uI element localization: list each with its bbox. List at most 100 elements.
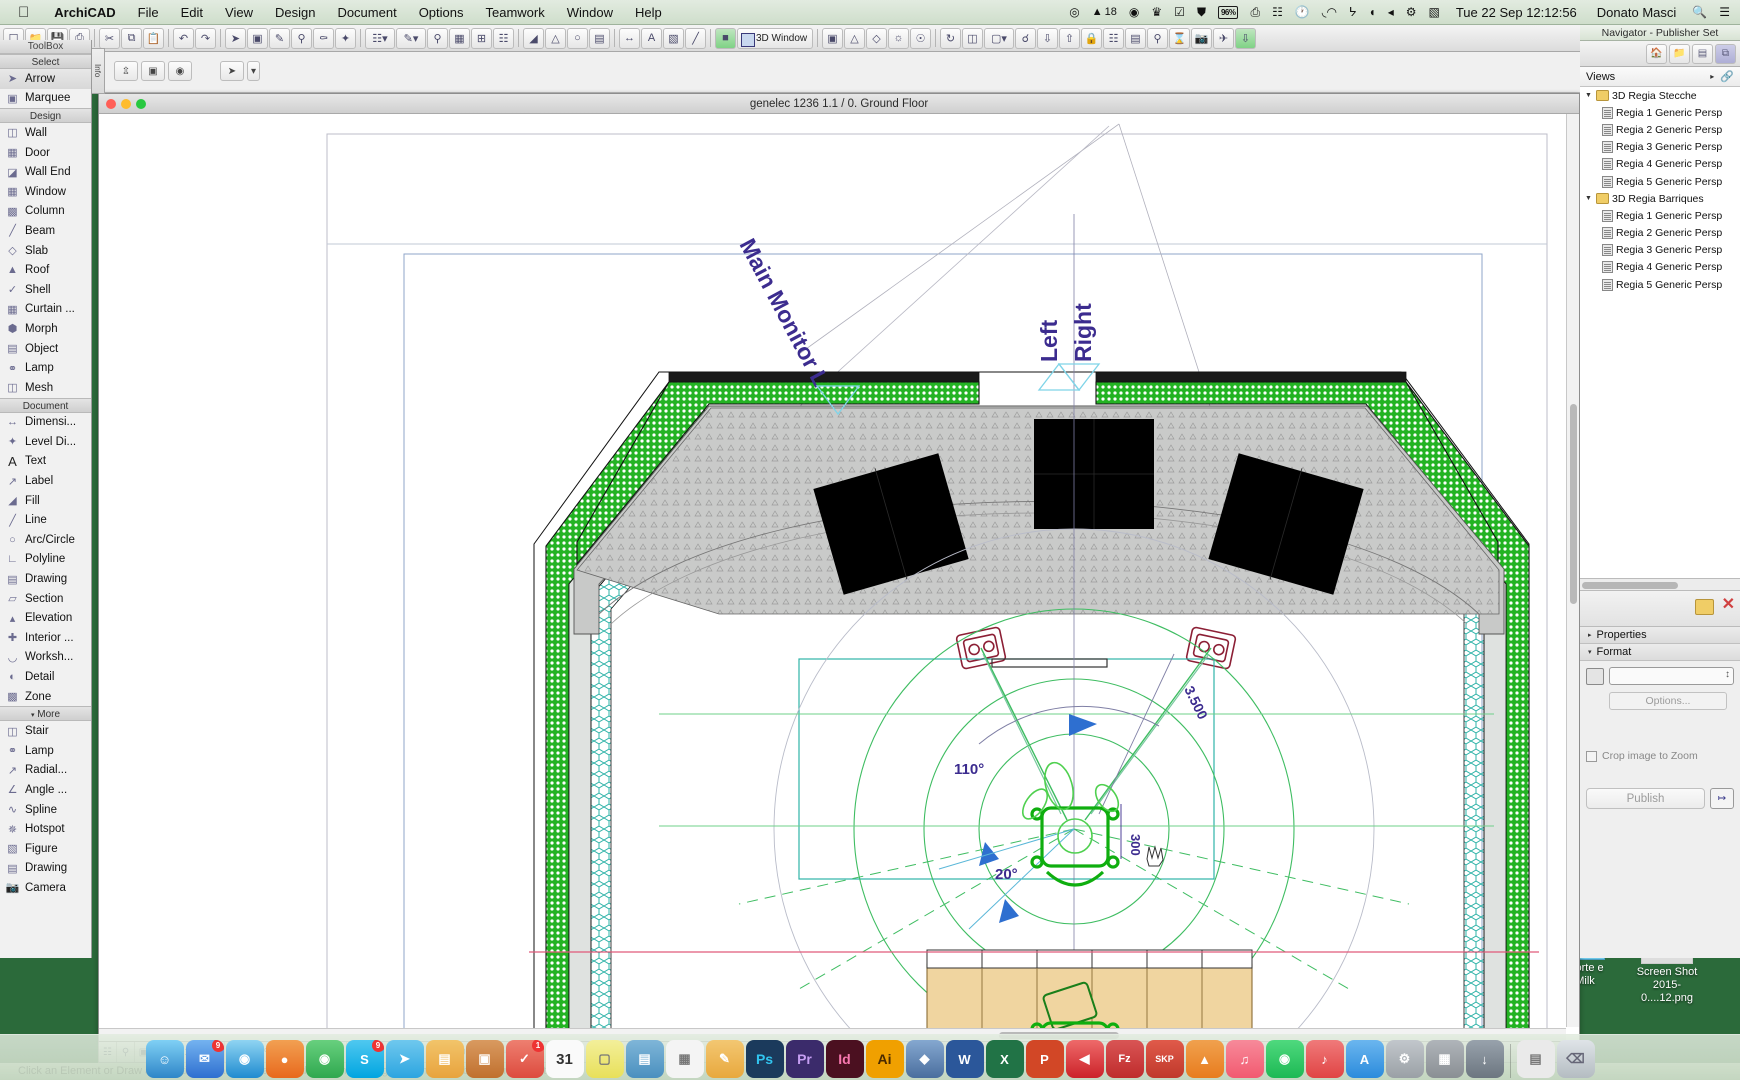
tree-item[interactable]: Regia 5 Generic Persp: [1580, 173, 1740, 190]
dock-app-system-preferences[interactable]: ⚙: [1385, 1040, 1424, 1078]
dock-app-word[interactable]: W: [945, 1040, 984, 1078]
tree-item[interactable]: Regia 3 Generic Persp: [1580, 139, 1740, 156]
crop-checkbox[interactable]: [1586, 750, 1597, 762]
dock-app-safari[interactable]: ◉: [225, 1040, 264, 1078]
tool-roof[interactable]: ▲ Roof: [0, 260, 91, 280]
tool-hotspot[interactable]: ✵ Hotspot: [0, 819, 91, 839]
layout-book-icon[interactable]: ▤: [1692, 43, 1713, 64]
tool-window[interactable]: ▦ Window: [0, 182, 91, 202]
tool-spline[interactable]: ∿ Spline: [0, 800, 91, 820]
undo-icon[interactable]: ↶: [173, 27, 194, 49]
hourglass-icon[interactable]: ⌛: [1169, 27, 1190, 49]
menu-edit[interactable]: Edit: [170, 5, 214, 20]
dock-app-music[interactable]: ♫: [1225, 1040, 1264, 1078]
dock-app-calendar[interactable]: 31: [545, 1040, 584, 1078]
tool-text[interactable]: A Text: [0, 452, 91, 472]
tool-door[interactable]: ▦ Door: [0, 143, 91, 163]
dock-app-vlc[interactable]: ▲: [1185, 1040, 1224, 1078]
canvas-vscroll-thumb[interactable]: [1570, 404, 1577, 604]
crop-image-row[interactable]: Crop image to Zoom: [1586, 750, 1734, 762]
redo-icon[interactable]: ↷: [195, 27, 216, 49]
worksheet-marker-icon[interactable]: ▤: [589, 27, 610, 49]
magic-wand-icon[interactable]: ✦: [335, 27, 356, 49]
tool-beam[interactable]: ╱ Beam: [0, 221, 91, 241]
detail-marker-icon[interactable]: ○: [567, 27, 588, 49]
tree-folder[interactable]: ▼ 3D Regia Stecche: [1580, 87, 1740, 104]
format-section-header[interactable]: ▾ Format: [1580, 644, 1740, 661]
adobe-cc-icon[interactable]: ▲ 18: [1086, 6, 1123, 18]
dimension-tool-icon[interactable]: ↔: [619, 27, 640, 49]
backup-icon[interactable]: ⛊: [1191, 5, 1212, 20]
render-icon[interactable]: ✈: [1213, 27, 1234, 49]
menu-teamwork[interactable]: Teamwork: [475, 5, 556, 20]
battery-icon[interactable]: 96%: [1212, 5, 1245, 19]
tool-radial-dimension[interactable]: ↗ Radial...: [0, 761, 91, 781]
tree-item[interactable]: Regia 2 Generic Persp: [1580, 121, 1740, 138]
search-icon[interactable]: 🔍: [1686, 5, 1713, 19]
tool-stair[interactable]: ◫ Stair: [0, 721, 91, 741]
tool-fill[interactable]: ◢ Fill: [0, 491, 91, 511]
delete-icon[interactable]: ✕: [1722, 597, 1735, 613]
tool-dimension[interactable]: ↔ Dimensi...: [0, 413, 91, 433]
format-options-button[interactable]: Options...: [1609, 692, 1727, 710]
dock-app-illustrator[interactable]: Ai: [865, 1040, 904, 1078]
spotlight-search2-icon[interactable]: ◟◠: [1316, 5, 1343, 19]
record-icon[interactable]: ◎: [1063, 5, 1085, 19]
project-map-icon[interactable]: 🏠: [1646, 43, 1667, 64]
list-icon[interactable]: ☰: [1713, 5, 1740, 19]
menu-options[interactable]: Options: [408, 5, 475, 20]
tool-line[interactable]: ╱ Line: [0, 510, 91, 530]
arrow-tool-icon[interactable]: ➤: [225, 27, 246, 49]
show-all-icon[interactable]: ☉: [910, 27, 931, 49]
rebuild-icon[interactable]: ↻: [940, 27, 961, 49]
link-icon[interactable]: 🔗: [1720, 70, 1734, 83]
axonometric-icon[interactable]: ◇: [866, 27, 887, 49]
tool-drawing[interactable]: ▤ Drawing: [0, 569, 91, 589]
tree-item[interactable]: Regia 2 Generic Persp: [1580, 225, 1740, 242]
menu-window[interactable]: Window: [556, 5, 624, 20]
dock-app-filezilla[interactable]: Fz: [1105, 1040, 1144, 1078]
text-tool-icon[interactable]: A: [641, 27, 662, 49]
window-3d-button[interactable]: 3D Window: [737, 27, 813, 49]
new-folder-icon[interactable]: [1695, 599, 1714, 615]
arrow-mode-dropdown-icon[interactable]: ▾: [247, 61, 260, 81]
printer-icon[interactable]: ⎙: [1244, 5, 1266, 20]
tool-curtain-wall[interactable]: ▦ Curtain ...: [0, 300, 91, 320]
perspective-icon[interactable]: △: [844, 27, 865, 49]
line-tool-icon[interactable]: ╱: [685, 27, 706, 49]
publish-options-icon[interactable]: ↦: [1710, 788, 1734, 809]
teamwork-send-icon[interactable]: ⇩: [1037, 27, 1058, 49]
tree-item[interactable]: Regia 4 Generic Persp: [1580, 259, 1740, 276]
menu-design[interactable]: Design: [264, 5, 326, 20]
tool-slab[interactable]: ◇ Slab: [0, 241, 91, 261]
tool-wall[interactable]: ◫ Wall: [0, 123, 91, 143]
tool-interior-elevation[interactable]: ✚ Interior ...: [0, 628, 91, 648]
chevron-right-icon[interactable]: ▸: [1710, 72, 1714, 81]
info-icon[interactable]: ◉: [168, 61, 192, 81]
dock-app-firefox[interactable]: ●: [265, 1040, 304, 1078]
menubar-user[interactable]: Donato Masci: [1587, 5, 1686, 20]
attribute-manager-icon[interactable]: ▤: [1125, 27, 1146, 49]
teamwork-reserve-icon[interactable]: 🔒: [1081, 27, 1102, 49]
menu-archicad[interactable]: ArchiCAD: [43, 5, 126, 20]
select-mode-icon[interactable]: ⇫: [114, 61, 138, 81]
tool-marquee[interactable]: ▣ Marquee: [0, 89, 91, 109]
dock-app-sketchup[interactable]: SKP: [1145, 1040, 1184, 1078]
dock-app-skype[interactable]: S9: [345, 1040, 384, 1078]
menu-document[interactable]: Document: [326, 5, 407, 20]
clock-history-icon[interactable]: 🕐: [1289, 5, 1316, 19]
tool-worksheet[interactable]: ◡ Worksh...: [0, 648, 91, 668]
properties-section-header[interactable]: ▸ Properties: [1580, 627, 1740, 644]
checkbox-icon[interactable]: ☑: [1168, 5, 1191, 19]
dock-app-indesign[interactable]: Id: [825, 1040, 864, 1078]
apple-icon[interactable]: : [0, 4, 43, 21]
keyboard-icon[interactable]: ☷: [1266, 5, 1289, 19]
tree-item[interactable]: Regia 1 Generic Persp: [1580, 104, 1740, 121]
tool-arc-circle[interactable]: ○ Arc/Circle: [0, 530, 91, 550]
tool-object[interactable]: ▤ Object: [0, 339, 91, 359]
dock-app-spotify[interactable]: ◉: [1265, 1040, 1304, 1078]
format-select[interactable]: [1609, 667, 1734, 685]
marquee-3d-icon[interactable]: ▣: [822, 27, 843, 49]
dock-app-powerpoint[interactable]: P: [1025, 1040, 1064, 1078]
cloud-sync-icon[interactable]: ♛: [1145, 5, 1168, 19]
